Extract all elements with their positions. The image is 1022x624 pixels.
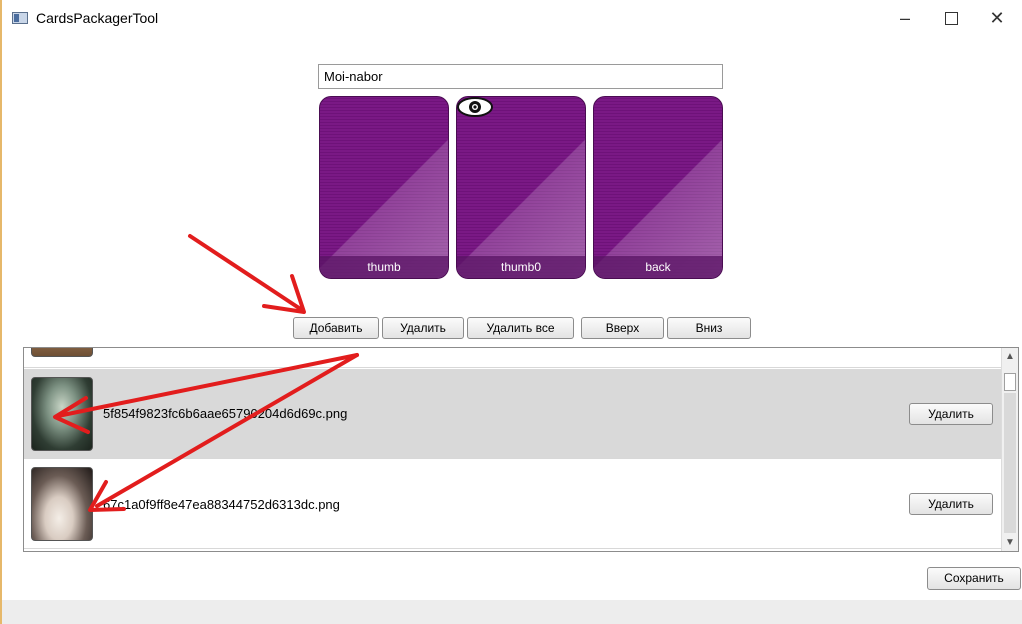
add-button[interactable]: Добавить bbox=[293, 317, 379, 339]
set-name-input[interactable] bbox=[318, 64, 723, 89]
scroll-down-arrow-icon[interactable]: ▼ bbox=[1002, 534, 1018, 551]
delete-button[interactable]: Удалить bbox=[382, 317, 464, 339]
card-thumbnail bbox=[31, 377, 93, 451]
card-thumb[interactable]: thumb bbox=[319, 96, 449, 279]
card-image-icon bbox=[457, 97, 585, 278]
list-item[interactable] bbox=[24, 348, 1002, 368]
maximize-icon bbox=[944, 11, 958, 25]
card-thumb0[interactable]: thumb0 bbox=[456, 96, 586, 279]
app-window: CardsPackagerTool – ✕ thumb thumb0 back … bbox=[0, 0, 1022, 624]
card-thumbnail bbox=[31, 467, 93, 541]
row-delete-button[interactable]: Удалить bbox=[909, 403, 993, 425]
card-image-icon bbox=[320, 97, 448, 278]
card-label: thumb bbox=[320, 256, 448, 278]
minimize-button[interactable]: – bbox=[882, 0, 928, 36]
eye-icon[interactable] bbox=[456, 96, 494, 118]
app-window-icon bbox=[12, 12, 28, 24]
row-delete-button[interactable]: Удалить bbox=[909, 493, 993, 515]
save-button[interactable]: Сохранить bbox=[927, 567, 1021, 590]
card-thumbnail bbox=[31, 348, 93, 357]
list-scrollbar[interactable]: ▲ ▼ bbox=[1001, 348, 1018, 551]
list-item[interactable]: 67c1a0f9ff8e47ea88344752d6313dc.png Удал… bbox=[24, 459, 1002, 549]
delete-all-button[interactable]: Удалить все bbox=[467, 317, 574, 339]
move-down-button[interactable]: Вниз bbox=[667, 317, 751, 339]
status-bar bbox=[2, 600, 1022, 624]
window-title: CardsPackagerTool bbox=[36, 10, 159, 26]
maximize-button[interactable] bbox=[928, 0, 974, 36]
move-up-button[interactable]: Вверх bbox=[581, 317, 664, 339]
file-name: 5f854f9823fc6b6aae65790204d6d69c.png bbox=[103, 406, 348, 421]
scroll-track[interactable] bbox=[1004, 393, 1016, 533]
scroll-thumb[interactable] bbox=[1004, 373, 1016, 391]
card-list[interactable]: 5f854f9823fc6b6aae65790204d6d69c.png Уда… bbox=[23, 347, 1019, 552]
card-label: thumb0 bbox=[457, 256, 585, 278]
card-image-icon bbox=[594, 97, 722, 278]
card-back[interactable]: back bbox=[593, 96, 723, 279]
title-bar: CardsPackagerTool – ✕ bbox=[2, 0, 1022, 36]
list-item[interactable]: 5f854f9823fc6b6aae65790204d6d69c.png Уда… bbox=[24, 369, 1002, 459]
scroll-up-arrow-icon[interactable]: ▲ bbox=[1002, 348, 1018, 365]
file-name: 67c1a0f9ff8e47ea88344752d6313dc.png bbox=[103, 497, 340, 512]
close-button[interactable]: ✕ bbox=[974, 0, 1020, 36]
card-label: back bbox=[594, 256, 722, 278]
